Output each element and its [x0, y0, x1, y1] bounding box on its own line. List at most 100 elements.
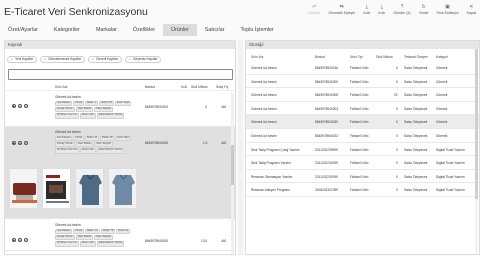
product-tags: Ana Kategori Alt Kat Beden: XL Marka: TR… [55, 229, 135, 247]
table-row[interactable]: ▶ ≡ ✓ Görmek üzi kesim Ana Kategori Alt … [5, 219, 235, 251]
tag: Desen: Düz [79, 113, 96, 119]
table-row[interactable]: Görmek üzi kesim 8645978940029 Fiziksel … [246, 115, 479, 129]
play-icon[interactable]: ▶ [12, 104, 16, 108]
link-icon: ⇄ [312, 3, 317, 10]
pay-cell: Satıcı Ödeyecek [404, 174, 428, 179]
product-image[interactable] [42, 168, 71, 209]
auto-link-icon: ⇆ [339, 3, 344, 10]
tab-markalar[interactable]: Markalar [88, 24, 125, 36]
check-circle-icon[interactable]: ✓ [24, 238, 28, 242]
barcode-cell: 8645978940024 [145, 239, 169, 243]
list-icon[interactable]: ≡ [18, 238, 22, 242]
col-stok[interactable]: Stok Miktarı [191, 85, 208, 89]
play-icon[interactable]: ▶ [12, 238, 16, 242]
search-input[interactable] [8, 69, 233, 80]
target-scrollbar[interactable] [475, 49, 478, 254]
tag: Beden: L [85, 101, 99, 107]
check-circle-icon[interactable]: ✓ [24, 104, 28, 108]
tab-toplu-islemler[interactable]: Toplu İşlemler [233, 24, 282, 36]
table-row[interactable]: Görmek üzi kesim 8645978940022 Fiziksel … [246, 129, 479, 143]
product-image[interactable] [75, 168, 104, 209]
product-image[interactable] [108, 168, 137, 209]
pay-cell: Satıcı Ödeyecek [404, 120, 428, 125]
filter-yeni[interactable]: ✓ Yeni Kayıtlar [7, 56, 37, 63]
product-name: Görmek üzi kesim [55, 223, 81, 227]
tab-ozellikler[interactable]: Özellikler [125, 24, 163, 36]
filter-guncellenecek[interactable]: ✓ Güncellenecek Kayıtlar [39, 56, 85, 63]
scrollbar-thumb[interactable] [231, 145, 234, 185]
panel-splitter[interactable] [238, 40, 243, 255]
table-row[interactable]: Restoran Adisyon Programı 2406202321999 … [246, 183, 479, 197]
filter-gecerli[interactable]: ✓ Gecerli Kayıtlar [87, 56, 122, 63]
tab-kategoriler[interactable]: Kategoriler [46, 24, 88, 36]
col-urun-adi[interactable]: Ürün Adı [251, 55, 263, 59]
col-urun-adi[interactable]: Ürün Adı [55, 85, 67, 89]
eslestir-button[interactable]: ⇄ Eşleştir [304, 4, 324, 20]
stok-esitleyici-button[interactable]: ▣ Stok Eşitleyici [432, 4, 462, 20]
filter-gecerli-label: Gecerli Kayıtlar [96, 56, 118, 61]
play-icon[interactable]: ▶ [12, 141, 16, 145]
table-row[interactable]: Stok Takip Programı Yazılım 231120223199… [246, 156, 479, 170]
table-row[interactable]: Görmek üzi kesim 8645978940003 Fiziksel … [246, 102, 479, 116]
list-icon[interactable]: ≡ [18, 141, 22, 145]
barcode-cell: 8645978940003 [315, 106, 339, 111]
table-row[interactable]: Restoran Otomasyon Yazılım 2311202231999… [246, 170, 479, 184]
name-cell: Görmek üzi kesim [251, 133, 277, 138]
table-row[interactable]: Görmek üzi kesim 8645978940008 Fiziksel … [246, 88, 479, 102]
stock-cell: 22 [394, 93, 398, 98]
kapat-button[interactable]: ✕ Kapat [463, 4, 480, 20]
type-cell: Fiziksel Ürün [350, 161, 369, 166]
tab-saticilar[interactable]: Satıcılar [197, 24, 233, 36]
col-teslimat[interactable]: Teslimat Ödeyen [404, 55, 428, 59]
source-scrollbar[interactable] [231, 93, 234, 256]
gonder-button[interactable]: ⤒ Gönder (4) [389, 4, 414, 20]
table-row[interactable]: ▶ ≡ ✓ Görmek üzi kesim Ana Kategori Alt … [5, 127, 235, 219]
tab-ozet[interactable]: Özet/Ayarlar [0, 24, 46, 36]
filter-yeni-label: Yeni Kayıtlar [15, 56, 33, 61]
category-cell: Görmek [436, 106, 448, 111]
stock-cell: 0 [396, 79, 398, 84]
scrollbar-thumb[interactable] [475, 49, 478, 199]
col-stok[interactable]: Stok Miktarı [376, 55, 393, 59]
tag: Ana Kategori [55, 229, 73, 235]
table-row[interactable]: Stok Takip Programı Çoraj Yazılım 231120… [246, 143, 479, 157]
stock-cell: 0 [396, 106, 398, 111]
name-cell: Görmek üzi kesim [251, 93, 277, 98]
category-cell: Digital Ticari Yazılım [436, 188, 465, 193]
col-barkod[interactable]: Barkod [315, 55, 325, 59]
close-icon: ✕ [469, 3, 474, 10]
tag: Renk: Mavi [115, 136, 132, 142]
product-image[interactable] [9, 168, 38, 209]
check-circle-icon[interactable]: ✓ [24, 141, 28, 145]
pay-cell: Satıcı Ödeyecek [404, 79, 428, 84]
table-row[interactable]: ▶ ≡ ✓ Görmek üzi kesim Ana Kategori Alt … [5, 91, 235, 127]
filter-gecersiz[interactable]: ✓ Geçersiz Kayıtlar [124, 56, 162, 63]
col-kod[interactable]: KoD [181, 85, 187, 89]
name-cell: Restoran Otomasyon Yazılım [251, 174, 293, 179]
indir-button-2[interactable]: ⤓ Indir [374, 4, 389, 20]
type-cell: Fiziksel Ürün [350, 133, 369, 138]
name-cell: Görmek üzi kesim [251, 106, 277, 111]
table-row[interactable]: Görmek üzi kesim 8645978940009 Fiziksel … [246, 75, 479, 89]
stok-esitleyici-label: Stok Eşitleyici [436, 11, 459, 15]
stock-cell: 1.0 [203, 141, 208, 145]
col-barkod[interactable]: Barkod [145, 85, 155, 89]
tag: Kumaş: Pamuk [55, 142, 75, 148]
list-icon[interactable]: ≡ [18, 104, 22, 108]
col-satis-fiyat[interactable]: Satış Fiy [216, 85, 228, 89]
tag: Kalıp Dökümü: Tek Kat [96, 241, 125, 247]
table-row[interactable]: Görmek üzi kesim 8645978940016 Fiziksel … [246, 61, 479, 75]
tab-urunler[interactable]: Ürünler [163, 24, 197, 36]
kapat-label: Kapat [466, 11, 476, 15]
otomatik-eslestir-button[interactable]: ⇆ Otomatik Eşleştir [324, 4, 359, 20]
name-cell: Restoran Adisyon Programı [251, 188, 290, 193]
yenile-button[interactable]: ↻ Yenile [415, 4, 433, 20]
col-kategori[interactable]: Kategori [436, 55, 448, 59]
row-actions: ▶ ≡ ✓ [12, 104, 28, 108]
indir-button-1[interactable]: ⤓ Indir [359, 4, 374, 20]
barcode-cell: 2311202231999 [315, 174, 338, 179]
eslestir-label: Eşleştir [308, 11, 321, 15]
check-icon: ✓ [43, 56, 47, 61]
tag: Desen: Düz [79, 148, 96, 154]
col-urun-tipi[interactable]: Ürün Tipi [350, 55, 363, 59]
